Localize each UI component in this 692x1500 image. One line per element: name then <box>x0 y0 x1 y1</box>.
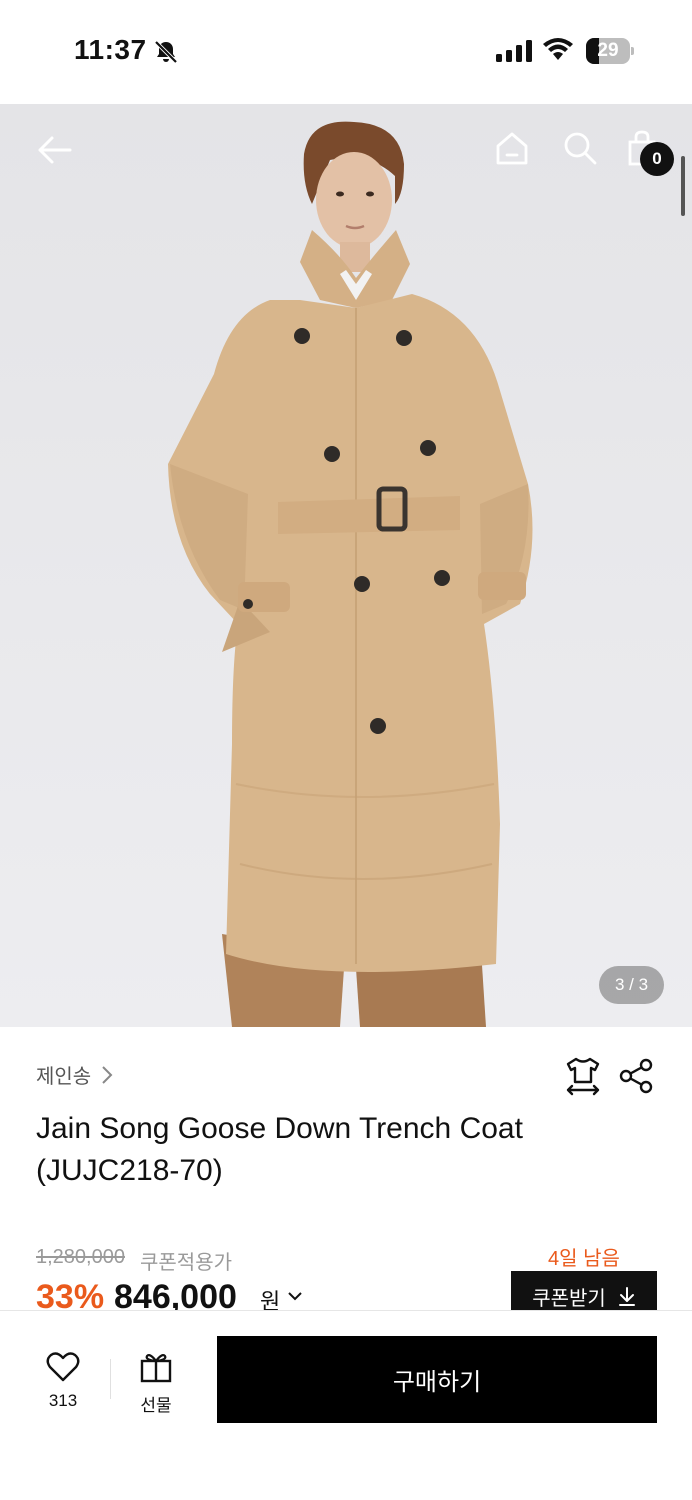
back-arrow-icon <box>38 136 72 164</box>
original-price: 1,280,000 <box>36 1246 125 1268</box>
search-button[interactable] <box>556 124 604 172</box>
bottom-action-bar: 313 선물 구매하기 <box>0 1310 692 1500</box>
divider <box>110 1359 111 1399</box>
buy-button[interactable]: 구매하기 <box>217 1336 657 1423</box>
battery-icon: 29 <box>586 38 634 64</box>
search-icon <box>564 132 597 165</box>
coupon-price-label: 쿠폰적용가 <box>140 1252 232 1274</box>
get-coupon-label: 쿠폰받기 <box>532 1287 606 1310</box>
share-icon[interactable] <box>618 1058 654 1094</box>
like-count: 313 <box>48 1391 78 1410</box>
download-icon <box>618 1287 635 1306</box>
bell-slash-icon <box>154 40 178 64</box>
size-guide-icon[interactable] <box>564 1056 602 1096</box>
brand-name: 제인송 <box>36 1066 92 1088</box>
like-button[interactable]: 313 <box>34 1351 92 1421</box>
home-button[interactable] <box>488 124 536 172</box>
product-image-gallery[interactable]: 0 3 / 3 <box>0 104 692 1027</box>
coupon-days-left: 4일 남음 <box>548 1248 620 1270</box>
image-page-counter: 3 / 3 <box>599 966 664 1004</box>
brand-link[interactable]: 제인송 <box>36 1060 113 1089</box>
gift-icon <box>140 1354 172 1383</box>
product-photo <box>168 121 533 1027</box>
home-icon <box>496 132 528 165</box>
status-bar: 11:37 29 <box>0 0 692 104</box>
wifi-icon <box>543 38 573 60</box>
gift-label: 선물 <box>140 1396 172 1415</box>
scroll-indicator <box>681 156 685 216</box>
cart-count-badge: 0 <box>640 142 674 176</box>
status-time: 11:37 <box>74 34 147 65</box>
chevron-down-icon[interactable] <box>287 1290 303 1302</box>
chevron-right-icon <box>102 1065 113 1084</box>
heart-icon <box>46 1352 80 1382</box>
battery-level: 29 <box>597 40 619 61</box>
product-title: Jain Song Goose Down Trench Coat (JUJC21… <box>36 1112 523 1187</box>
back-button[interactable] <box>30 126 78 174</box>
gift-button[interactable]: 선물 <box>128 1351 184 1421</box>
signal-icon <box>496 40 532 62</box>
